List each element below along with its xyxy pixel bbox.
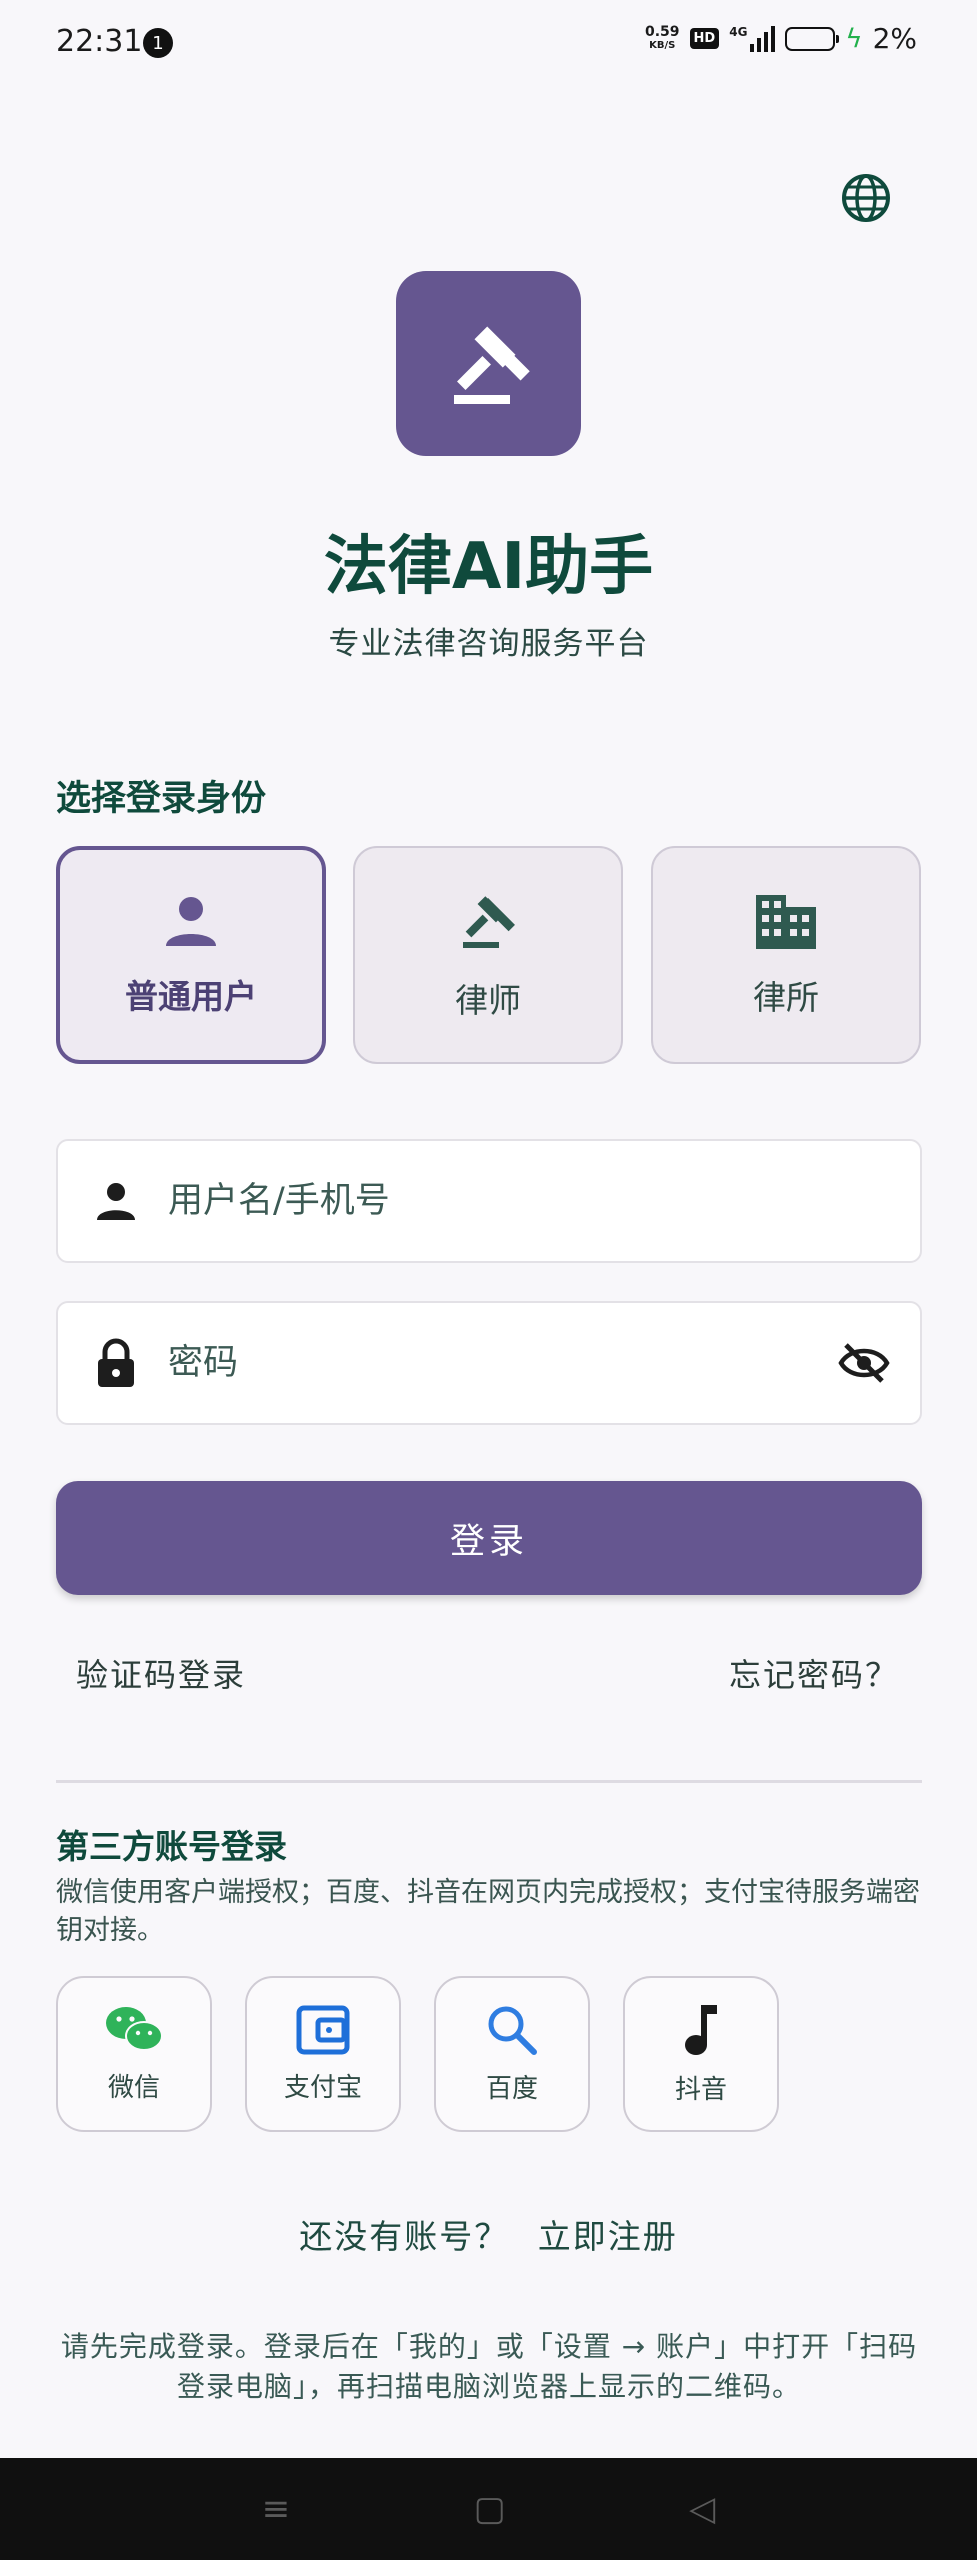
- net-speed: 0.59 KB/S: [645, 23, 680, 51]
- divider: [56, 1780, 922, 1783]
- role-option-lawyer[interactable]: 律师: [353, 846, 623, 1064]
- role-option-label: 普通用户: [125, 977, 257, 1016]
- provider-label: 抖音: [674, 2074, 727, 2105]
- register-prompt: 还没有账号？: [299, 2217, 510, 2256]
- register-row: 还没有账号？ 立即注册: [0, 2210, 977, 2258]
- language-globe-icon[interactable]: [840, 172, 892, 224]
- baidu-login-button[interactable]: 百度: [434, 1976, 590, 2132]
- back-icon[interactable]: ◁: [689, 2489, 715, 2529]
- charging-icon: ϟ: [845, 23, 863, 54]
- password-input[interactable]: [168, 1343, 834, 1383]
- person-icon: [88, 1173, 144, 1229]
- footer-hint: 请先完成登录。登录后在「我的」或「设置 → 账户」中打开「扫码登录电脑」，再扫描…: [60, 2330, 918, 2403]
- role-option-label: 律师: [455, 981, 521, 1020]
- gavel-icon: [463, 896, 515, 948]
- music-note-icon: [685, 2004, 717, 2055]
- lock-icon: [88, 1335, 144, 1391]
- wechat-icon: [106, 2006, 163, 2051]
- alipay-login-button[interactable]: 支付宝: [245, 1976, 401, 2132]
- app-subtitle: 专业法律咨询服务平台: [328, 626, 649, 662]
- hd-icon: HD: [689, 28, 720, 49]
- notification-badge: 1: [143, 28, 173, 58]
- signal-icon: 4G: [729, 25, 776, 52]
- menu-icon[interactable]: ≡: [262, 2489, 291, 2529]
- visibility-off-icon[interactable]: [834, 1333, 894, 1393]
- battery-icon: [785, 26, 840, 51]
- third-party-description: 微信使用客户端授权；百度、抖音在网页内完成授权；支付宝待服务端密钥对接。: [56, 1877, 920, 1946]
- role-option-firm[interactable]: 律所: [651, 846, 921, 1064]
- building-icon: [756, 895, 816, 949]
- wechat-login-button[interactable]: 微信: [56, 1976, 212, 2132]
- gavel-icon: [453, 325, 530, 404]
- role-option-label: 律所: [753, 978, 819, 1017]
- sms-login-link[interactable]: 验证码登录: [76, 1650, 246, 1696]
- role-option-user[interactable]: 普通用户: [56, 846, 326, 1064]
- third-party-title: 第三方账号登录: [56, 1827, 287, 1866]
- password-field[interactable]: [56, 1301, 922, 1425]
- person-icon: [166, 897, 216, 946]
- login-button[interactable]: 登录: [56, 1481, 922, 1595]
- forgot-password-link[interactable]: 忘记密码？: [729, 1650, 899, 1696]
- douyin-login-button[interactable]: 抖音: [623, 1976, 779, 2132]
- battery-percent: 2%: [872, 22, 917, 55]
- register-link[interactable]: 立即注册: [538, 2217, 678, 2256]
- provider-label: 微信: [107, 2072, 160, 2103]
- status-icons: 0.59 KB/S HD 4G ϟ 2%: [645, 22, 917, 55]
- status-time: 22:31: [56, 24, 143, 59]
- app-title: 法律AI助手: [323, 530, 654, 604]
- username-input[interactable]: [168, 1181, 920, 1221]
- app-logo: [396, 271, 581, 456]
- alipay-icon: [296, 2005, 350, 2054]
- provider-label: 支付宝: [283, 2072, 362, 2103]
- role-section-label: 选择登录身份: [56, 779, 267, 819]
- home-icon[interactable]: ▢: [474, 2489, 506, 2529]
- username-field[interactable]: [56, 1139, 922, 1263]
- search-icon: [488, 2006, 537, 2055]
- system-nav-bar: ≡ ▢ ◁: [0, 2458, 977, 2560]
- provider-label: 百度: [485, 2073, 538, 2104]
